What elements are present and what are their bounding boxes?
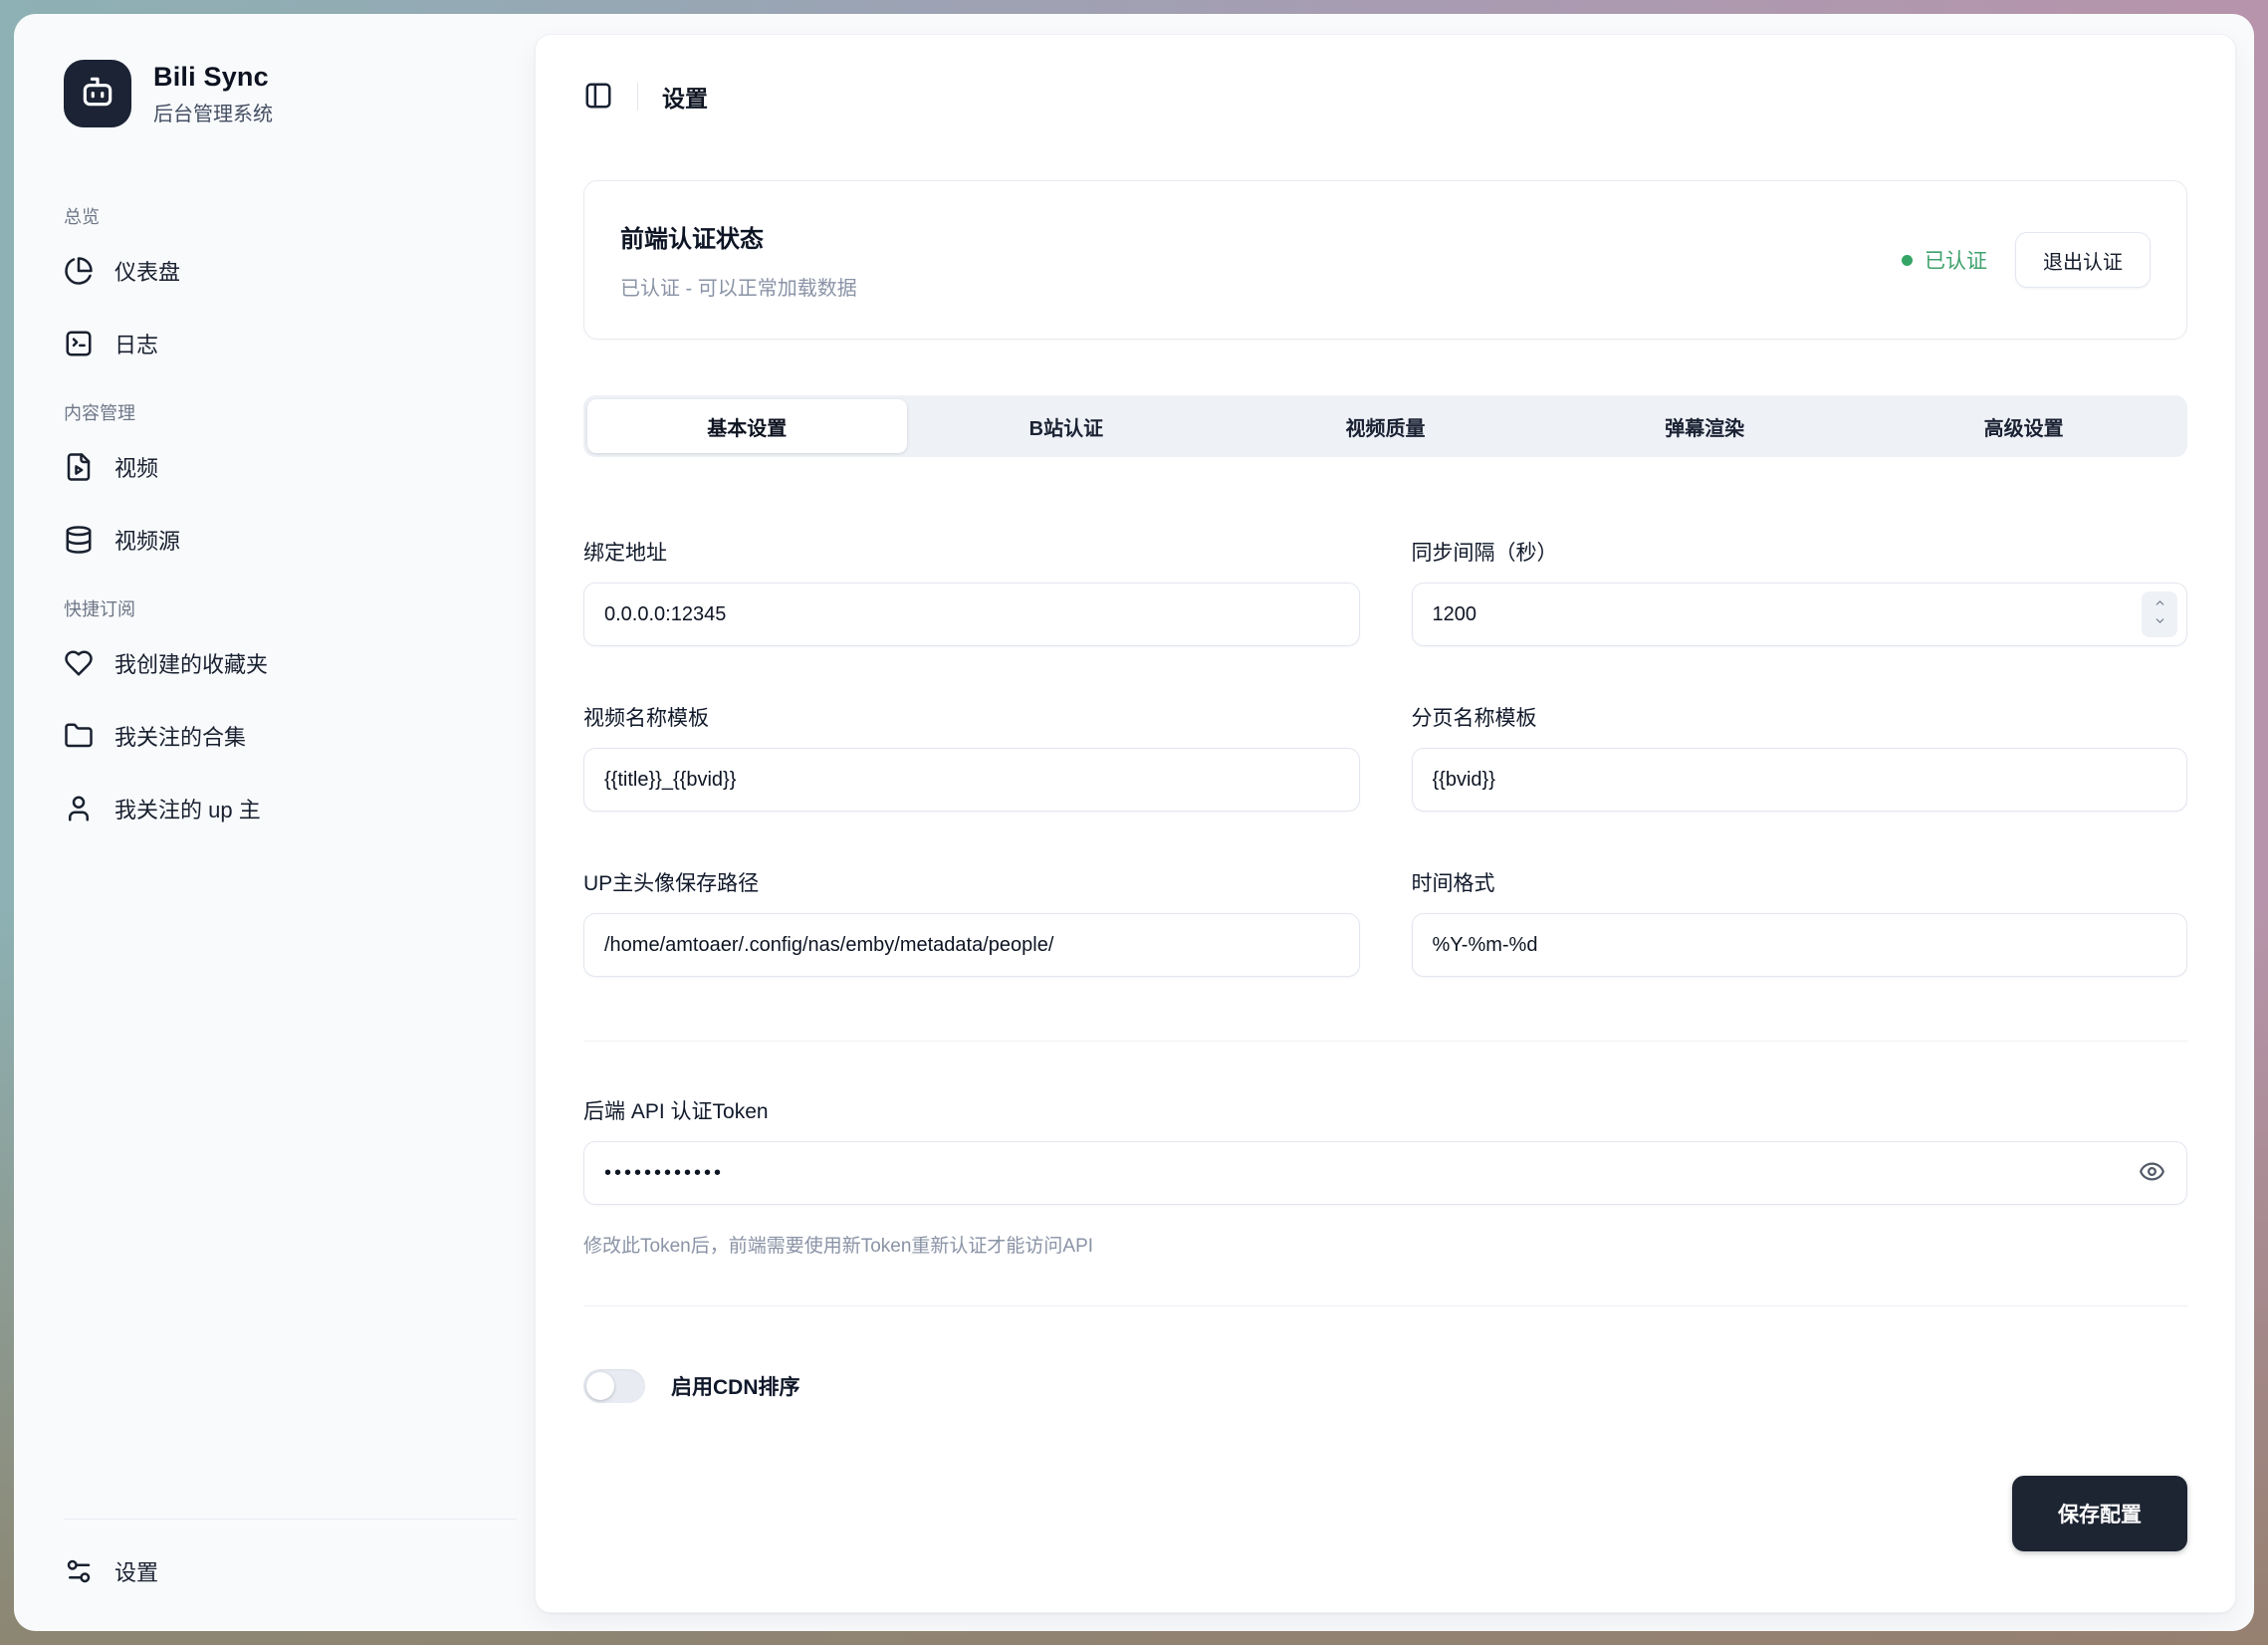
field-label: 分页名称模板 xyxy=(1412,702,2188,732)
heart-icon xyxy=(64,648,94,678)
sidebar-item-videos[interactable]: 视频 xyxy=(48,437,517,497)
cdn-sorting-row: 启用CDN排序 xyxy=(583,1362,2187,1410)
field-label: UP主头像保存路径 xyxy=(583,867,1360,897)
nav-section-content: 内容管理 xyxy=(64,399,535,425)
cdn-toggle[interactable] xyxy=(583,1369,645,1403)
sidebar-item-collections[interactable]: 我关注的合集 xyxy=(48,706,517,766)
chevron-down-icon xyxy=(2153,614,2167,632)
api-token-input[interactable] xyxy=(583,1141,2187,1205)
section-divider xyxy=(583,1041,2187,1042)
auth-status-title: 前端认证状态 xyxy=(620,219,857,254)
field-time-format: 时间格式 xyxy=(1412,867,2188,977)
nav-section-subscriptions: 快捷订阅 xyxy=(64,595,535,621)
field-label: 视频名称模板 xyxy=(583,702,1360,732)
sidebar-item-label: 我关注的合集 xyxy=(114,720,246,752)
app-logo xyxy=(64,60,131,127)
page-title: 设置 xyxy=(662,80,708,114)
sidebar-item-followed-uppers[interactable]: 我关注的 up 主 xyxy=(48,779,517,838)
form-actions: 保存配置 xyxy=(583,1476,2187,1551)
sidebar-item-label: 日志 xyxy=(114,328,158,359)
sidebar-item-logs[interactable]: 日志 xyxy=(48,314,517,373)
toggle-token-visibility-button[interactable] xyxy=(2139,1158,2165,1188)
main-area: 设置 前端认证状态 已认证 - 可以正常加载数据 已认证 退出认证 xyxy=(535,14,2254,1631)
tab-basic-settings[interactable]: 基本设置 xyxy=(587,399,907,453)
video-name-template-input[interactable] xyxy=(583,748,1360,812)
sidebar-toggle-button[interactable] xyxy=(583,81,613,114)
database-icon xyxy=(64,525,94,555)
sidebar-item-video-sources[interactable]: 视频源 xyxy=(48,510,517,570)
logout-auth-button[interactable]: 退出认证 xyxy=(2015,232,2151,288)
sidebar-item-label: 我关注的 up 主 xyxy=(114,793,261,824)
tab-danmaku-render[interactable]: 弹幕渲染 xyxy=(1545,399,1865,453)
eye-icon xyxy=(2139,1158,2165,1188)
auth-status-subtitle: 已认证 - 可以正常加载数据 xyxy=(620,272,857,301)
bot-icon xyxy=(79,73,116,116)
status-badge: 已认证 xyxy=(1902,245,1987,275)
settings-tabs: 基本设置 B站认证 视频质量 弹幕渲染 高级设置 xyxy=(583,395,2187,457)
field-label: 时间格式 xyxy=(1412,867,2188,897)
save-config-button[interactable]: 保存配置 xyxy=(2012,1476,2187,1551)
nav-section-overview: 总览 xyxy=(64,203,535,229)
terminal-icon xyxy=(64,329,94,358)
panel-left-icon xyxy=(583,81,613,114)
section-divider xyxy=(583,1305,2187,1306)
sidebar-item-favorites[interactable]: 我创建的收藏夹 xyxy=(48,633,517,693)
bind-address-input[interactable] xyxy=(583,583,1360,646)
status-badge-label: 已认证 xyxy=(1925,245,1987,275)
time-format-input[interactable] xyxy=(1412,913,2188,977)
tab-video-quality[interactable]: 视频质量 xyxy=(1226,399,1545,453)
page-name-template-input[interactable] xyxy=(1412,748,2188,812)
page-header: 设置 xyxy=(583,65,2187,128)
field-api-token: 后端 API 认证Token 修改此Token后，前端需要使用新Token重新认… xyxy=(583,1095,2187,1258)
sidebar-footer: 设置 xyxy=(64,1519,517,1631)
toggle-thumb xyxy=(586,1372,614,1400)
upper-avatar-path-input[interactable] xyxy=(583,913,1360,977)
header-divider xyxy=(637,83,638,111)
field-label: 同步间隔（秒） xyxy=(1412,537,2188,567)
app-subtitle: 后台管理系统 xyxy=(153,98,273,126)
settings-form-grid: 绑定地址 同步间隔（秒） xyxy=(583,537,2187,977)
sidebar-item-label: 视频 xyxy=(114,451,158,483)
field-label: 后端 API 认证Token xyxy=(583,1095,2187,1125)
folder-icon xyxy=(64,721,94,751)
sliders-icon xyxy=(64,1556,94,1586)
file-video-icon xyxy=(64,452,94,482)
field-label: 绑定地址 xyxy=(583,537,1360,567)
sidebar-item-dashboard[interactable]: 仪表盘 xyxy=(48,241,517,301)
app-panel: Bili Sync 后台管理系统 总览 仪表盘 日志 xyxy=(14,14,2254,1631)
sidebar-nav: 总览 仪表盘 日志 内容管理 xyxy=(64,203,535,851)
brand: Bili Sync 后台管理系统 xyxy=(64,60,535,127)
field-bind-address: 绑定地址 xyxy=(583,537,1360,646)
tab-bilibili-auth[interactable]: B站认证 xyxy=(907,399,1227,453)
sidebar-item-label: 我创建的收藏夹 xyxy=(114,647,268,679)
field-video-name-template: 视频名称模板 xyxy=(583,702,1360,812)
field-page-name-template: 分页名称模板 xyxy=(1412,702,2188,812)
sidebar-item-label: 设置 xyxy=(114,1555,158,1587)
sidebar-item-label: 视频源 xyxy=(114,524,180,556)
token-helper-text: 修改此Token后，前端需要使用新Token重新认证才能访问API xyxy=(583,1231,2187,1258)
number-stepper[interactable] xyxy=(2142,591,2177,637)
sidebar: Bili Sync 后台管理系统 总览 仪表盘 日志 xyxy=(14,14,535,1631)
settings-card: 设置 前端认证状态 已认证 - 可以正常加载数据 已认证 退出认证 xyxy=(535,34,2236,1613)
chevron-up-icon xyxy=(2153,596,2167,614)
status-dot xyxy=(1902,255,1913,266)
app-title: Bili Sync xyxy=(153,62,273,93)
app-window: Bili Sync 后台管理系统 总览 仪表盘 日志 xyxy=(0,0,2268,1645)
cdn-toggle-label: 启用CDN排序 xyxy=(671,1371,800,1401)
tab-advanced-settings[interactable]: 高级设置 xyxy=(1864,399,2183,453)
sidebar-item-settings[interactable]: 设置 xyxy=(48,1541,499,1601)
field-sync-interval: 同步间隔（秒） xyxy=(1412,537,2188,646)
sync-interval-input[interactable] xyxy=(1412,583,2188,646)
sidebar-item-label: 仪表盘 xyxy=(114,255,180,287)
user-icon xyxy=(64,794,94,823)
field-upper-avatar-path: UP主头像保存路径 xyxy=(583,867,1360,977)
auth-status-card: 前端认证状态 已认证 - 可以正常加载数据 已认证 退出认证 xyxy=(583,180,2187,340)
pie-chart-icon xyxy=(64,256,94,286)
